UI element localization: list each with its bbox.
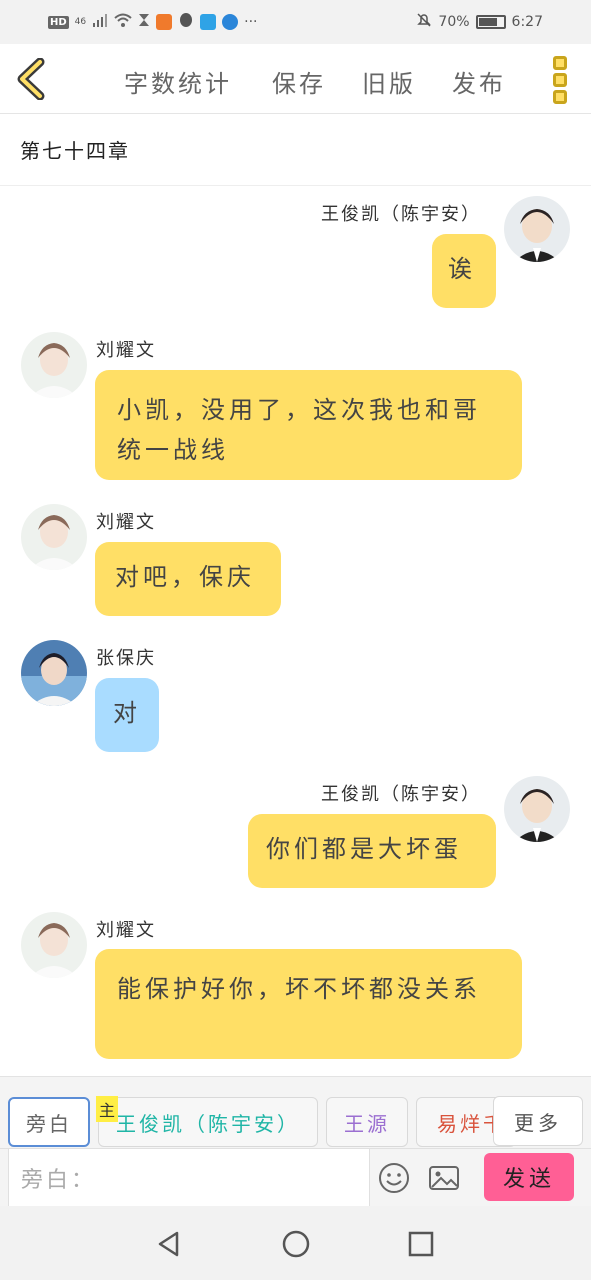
signal-type: 46 xyxy=(74,17,87,27)
nav-home-icon[interactable] xyxy=(282,1230,310,1258)
word-count-button[interactable]: 字数统计 xyxy=(124,64,232,99)
chapter-title[interactable]: 第七十四章 xyxy=(0,114,591,186)
old-version-button[interactable]: 旧版 xyxy=(362,64,416,99)
sender-name: 张保庆 xyxy=(96,648,156,669)
more-roles-button[interactable]: 更多 xyxy=(493,1096,583,1146)
system-nav-bar xyxy=(0,1206,591,1280)
avatar-liu-yaowen[interactable] xyxy=(21,912,87,978)
light-app-icon xyxy=(200,14,217,30)
sender-name: 王俊凯（陈宇安） xyxy=(321,204,481,225)
message-bubble[interactable]: 你们都是大坏蛋 xyxy=(248,814,496,888)
chevron-left-icon xyxy=(17,57,45,101)
status-bar: HD 46 ··· 70% 6:27 xyxy=(0,0,591,44)
message-bubble[interactable]: 诶 xyxy=(432,234,496,308)
menu-dot xyxy=(553,90,567,104)
wifi-icon xyxy=(114,13,132,31)
menu-dot xyxy=(553,56,567,70)
battery-percent: 70% xyxy=(438,14,470,30)
main-role-tag: 主 xyxy=(96,1096,118,1122)
video-app-icon xyxy=(156,14,173,30)
emoji-button[interactable] xyxy=(378,1162,410,1194)
sender-name: 刘耀文 xyxy=(96,340,156,361)
input-bar: 旁白： 发送 xyxy=(0,1148,591,1207)
role-label: 王俊凯（陈宇安） xyxy=(116,1111,300,1136)
message-bubble[interactable]: 小凯，没用了，这次我也和哥统一战线 xyxy=(95,370,522,480)
avatar-zhang-baoqing[interactable] xyxy=(21,640,87,706)
status-right: 70% 6:27 xyxy=(416,12,543,32)
avatar-wang-junkai[interactable] xyxy=(504,196,570,262)
top-toolbar: 字数统计 保存 旧版 发布 xyxy=(0,44,591,114)
role-wang-yuan[interactable]: 王源 xyxy=(326,1097,408,1147)
browser-app-icon xyxy=(222,14,239,30)
nav-recents-icon[interactable] xyxy=(407,1230,435,1258)
image-button[interactable] xyxy=(428,1162,460,1194)
back-button[interactable] xyxy=(14,57,50,101)
menu-dot xyxy=(553,73,567,87)
role-label: 王源 xyxy=(344,1111,390,1136)
chat-list: 王俊凯（陈宇安） 诶 刘耀文 小凯，没用了，这次我也和哥统一战线 刘耀文 对吧，… xyxy=(0,186,591,1076)
message-bubble[interactable]: 对 xyxy=(95,678,159,752)
smiley-icon xyxy=(379,1163,409,1193)
role-narrator[interactable]: 旁白 xyxy=(8,1097,90,1147)
sender-name: 王俊凯（陈宇安） xyxy=(321,784,481,805)
clock: 6:27 xyxy=(511,14,543,30)
more-menu-button[interactable] xyxy=(549,56,571,104)
image-icon xyxy=(429,1166,459,1190)
status-left: HD 46 ··· xyxy=(48,12,257,32)
message-bubble[interactable]: 对吧，保庆 xyxy=(95,542,281,616)
hourglass-icon xyxy=(138,13,150,31)
message-input[interactable]: 旁白： xyxy=(8,1149,370,1207)
nav-back-icon[interactable] xyxy=(155,1230,183,1258)
qq-icon xyxy=(178,12,194,32)
role-label: 旁白 xyxy=(26,1111,72,1136)
avatar-wang-junkai[interactable] xyxy=(504,776,570,842)
avatar-liu-yaowen[interactable] xyxy=(21,332,87,398)
save-button[interactable]: 保存 xyxy=(272,64,326,99)
sender-name: 刘耀文 xyxy=(96,920,156,941)
avatar-liu-yaowen[interactable] xyxy=(21,504,87,570)
battery-icon xyxy=(475,15,506,29)
publish-button[interactable]: 发布 xyxy=(452,64,506,99)
more-notifications: ··· xyxy=(244,14,258,30)
send-button[interactable]: 发送 xyxy=(484,1153,574,1201)
signal-icon xyxy=(92,13,108,31)
mute-icon xyxy=(416,12,432,32)
sender-name: 刘耀文 xyxy=(96,512,156,533)
role-wang-junkai[interactable]: 王俊凯（陈宇安） xyxy=(98,1097,318,1147)
message-bubble[interactable]: 能保护好你，坏不坏都没关系 xyxy=(95,949,522,1059)
hd-indicator: HD xyxy=(48,15,69,29)
